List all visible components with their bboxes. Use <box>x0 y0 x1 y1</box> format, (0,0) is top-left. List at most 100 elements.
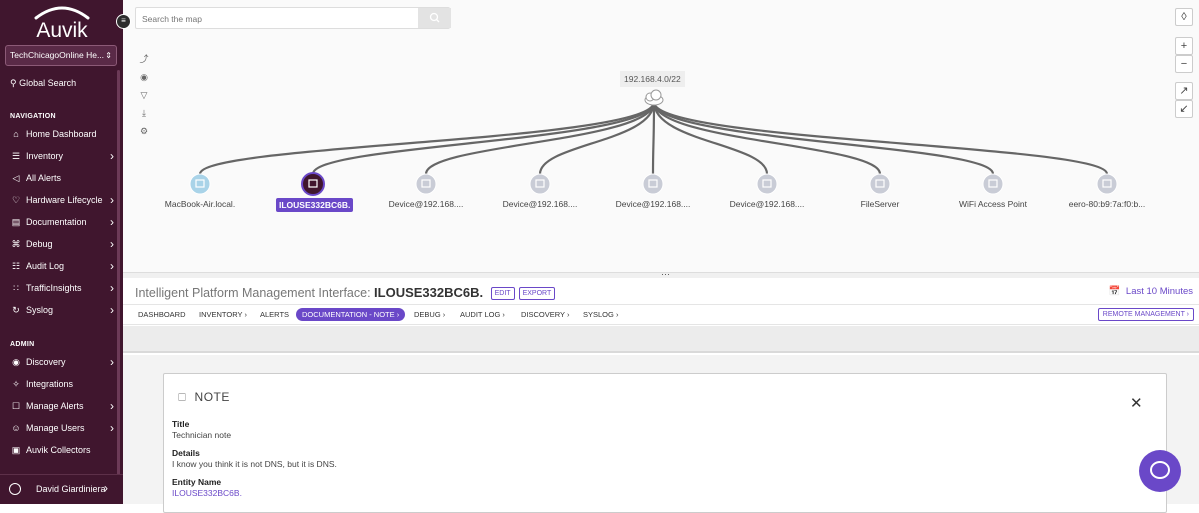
sidebar-item-hardware-lifecycle[interactable]: ♡ Hardware Lifecycle › <box>10 191 114 209</box>
tenant-selector[interactable]: TechChicagoOnline He... ⇕ <box>5 45 117 66</box>
node-label[interactable]: Device@192.168.... <box>717 199 817 209</box>
node-label[interactable]: WiFi Access Point <box>943 199 1043 209</box>
content-area: 🗆 NOTE ✕ Title Technician note Details I … <box>123 355 1199 513</box>
sidebar-item-auvik-collectors[interactable]: ▣ Auvik Collectors <box>10 441 114 459</box>
detail-header: Intelligent Platform Management Interfac… <box>123 280 1199 305</box>
tab-label: INVENTORY <box>199 310 243 319</box>
topology-graph <box>189 89 1118 196</box>
tab-inventory[interactable]: INVENTORY › <box>199 310 247 319</box>
tab-dashboard[interactable]: DASHBOARD <box>138 310 186 319</box>
chat-button[interactable] <box>1139 450 1181 492</box>
note-heading-label: NOTE <box>194 390 230 404</box>
sidebar-item-manage-users[interactable]: ☺ Manage Users › <box>10 419 114 437</box>
user-name: David Giardiniera <box>36 484 106 494</box>
auvik-logo[interactable]: Auvik <box>22 4 102 42</box>
node-label[interactable]: Device@192.168.... <box>603 199 703 209</box>
remote-management-button[interactable]: REMOTE MANAGEMENT › <box>1097 308 1194 321</box>
sidebar-item-home-dashboard[interactable]: ⌂ Home Dashboard <box>10 125 114 143</box>
tab-documentation-note[interactable]: DOCUMENTATION - NOTE › <box>296 308 406 321</box>
sidebar-item-audit-log[interactable]: ☷ Audit Log › <box>10 257 114 275</box>
device-icon[interactable] <box>869 173 891 195</box>
ipmi-icon[interactable] <box>301 172 325 196</box>
node-label[interactable]: FileServer <box>830 199 930 209</box>
device-icon[interactable] <box>642 173 664 195</box>
export-button[interactable]: EXPORT <box>518 287 556 301</box>
search-icon: ⚲ <box>10 78 20 88</box>
subnet-label[interactable]: 192.168.4.0/22 <box>620 71 685 87</box>
manage-alerts-icon: ☐ <box>11 401 21 411</box>
sidebar-scrollbar[interactable] <box>117 70 120 475</box>
panel-resize-handle[interactable]: ⋯ <box>123 269 1199 279</box>
remote-management-label: REMOTE MANAGEMENT <box>1102 311 1185 318</box>
user-menu[interactable]: David Giardiniera › <box>0 474 123 504</box>
chevron-right-icon: › <box>110 281 114 295</box>
sidebar-item-manage-alerts[interactable]: ☐ Manage Alerts › <box>10 397 114 415</box>
chevron-right-icon: › <box>110 259 114 273</box>
sidebar-item-trafficinsights[interactable]: ∷ TrafficInsights › <box>10 279 114 297</box>
selected-node-label[interactable]: ILOUSE332BC6B. <box>276 198 354 212</box>
tab-label: DEBUG <box>414 310 441 319</box>
collector-icon: ▣ <box>11 445 21 455</box>
discovery-icon: ◉ <box>12 357 20 367</box>
sidebar-item-label: Debug <box>26 239 53 249</box>
tab-alerts[interactable]: ALERTS <box>260 310 289 319</box>
topology-link <box>311 101 656 175</box>
time-range-label: Last 10 Minutes <box>1125 286 1193 297</box>
sidebar-item-label: Inventory <box>26 151 64 161</box>
sidebar-item-all-alerts[interactable]: ◁ All Alerts <box>10 169 114 187</box>
admin-section-title: ADMIN <box>10 341 35 348</box>
device-icon[interactable] <box>529 173 551 195</box>
sidebar-item-debug[interactable]: ⌘ Debug › <box>10 235 115 253</box>
integrations-icon: ✧ <box>12 379 20 389</box>
chat-icon <box>1150 461 1170 479</box>
sidebar-item-syslog[interactable]: ↻ Syslog › <box>10 301 114 319</box>
topology-link <box>652 101 995 175</box>
users-icon: ☺ <box>11 423 21 433</box>
tab-debug[interactable]: DEBUG › <box>414 310 445 319</box>
chevron-right-icon: › <box>104 481 108 495</box>
details-label: Details <box>172 448 200 458</box>
close-icon[interactable]: ✕ <box>1130 394 1143 412</box>
sidebar-item-integrations[interactable]: ✧ Integrations <box>10 375 114 393</box>
lifecycle-icon: ♡ <box>11 195 21 205</box>
tab-discovery[interactable]: DISCOVERY › <box>521 310 570 319</box>
sidebar-item-label: Syslog <box>26 305 54 315</box>
edit-button[interactable]: EDIT <box>490 287 515 301</box>
entity-name-link[interactable]: ILOUSE332BC6B. <box>172 488 242 498</box>
alerts-icon: ◁ <box>12 173 20 183</box>
sidebar-item-label: All Alerts <box>26 173 62 183</box>
node-label[interactable]: Device@192.168.... <box>376 199 476 209</box>
node-label[interactable]: MacBook-Air.local. <box>150 199 250 209</box>
sidebar-item-label: Manage Alerts <box>26 401 84 411</box>
device-icon[interactable] <box>1096 173 1118 195</box>
tab-audit-log[interactable]: AUDIT LOG › <box>460 310 505 319</box>
chevron-right-icon: › <box>110 303 114 317</box>
device-icon[interactable] <box>982 173 1004 195</box>
sidebar-item-discovery[interactable]: ◉ Discovery › <box>10 353 114 371</box>
page-title: Intelligent Platform Management Interfac… <box>135 285 556 301</box>
sidebar-item-label: Discovery <box>26 357 66 367</box>
network-map[interactable]: ⤴ ◉ ▽ ⤓ ⚙ ◊ + − ↗ ↙ 192.168.4.0/22 MacBo… <box>123 0 1199 272</box>
debug-icon: ⌘ <box>11 239 21 249</box>
traffic-icon: ∷ <box>13 283 19 293</box>
cloud-icon[interactable] <box>644 89 664 106</box>
collapse-sidebar-button[interactable]: ≡ <box>116 14 131 29</box>
computer-icon[interactable] <box>189 173 211 195</box>
chevron-right-icon: › <box>500 310 505 319</box>
tab-label: SYSLOG <box>583 310 614 319</box>
device-icon[interactable] <box>415 173 437 195</box>
device-icon[interactable] <box>756 173 778 195</box>
tab-syslog[interactable]: SYSLOG › <box>583 310 618 319</box>
sidebar-item-documentation[interactable]: ▤ Documentation › <box>10 213 114 231</box>
time-range-selector[interactable]: 📅 Last 10 Minutes <box>1109 286 1193 297</box>
note-card: 🗆 NOTE ✕ Title Technician note Details I … <box>163 373 1167 513</box>
detail-tabs: DASHBOARD INVENTORY › ALERTS DOCUMENTATION … <box>123 306 1199 325</box>
node-label[interactable]: Device@192.168.... <box>490 199 590 209</box>
tab-label: DASHBOARD <box>138 310 186 319</box>
chevron-right-icon: › <box>110 421 114 435</box>
nav-section-title: NAVIGATION <box>10 113 56 120</box>
updown-chevron-icon: ⇕ <box>105 51 112 60</box>
sidebar-item-inventory[interactable]: ☰ Inventory › <box>10 147 114 165</box>
global-search-link[interactable]: ⚲ Global Search <box>10 78 76 89</box>
node-label[interactable]: eero-80:b9:7a:f0:b... <box>1057 199 1157 209</box>
